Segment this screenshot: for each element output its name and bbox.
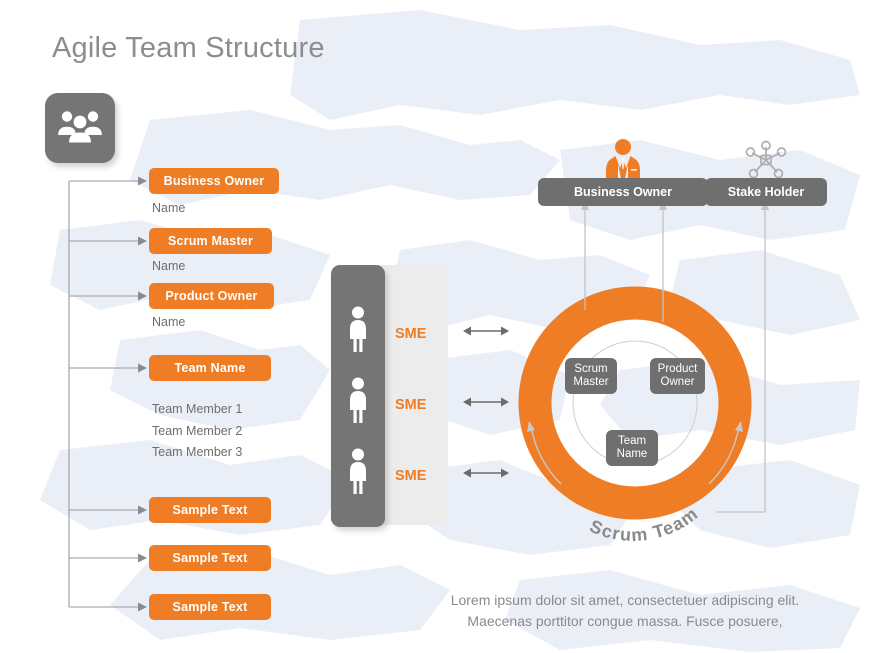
person-icon <box>350 377 366 423</box>
footer-line-2: Maecenas porttitor congue massa. Fusce p… <box>467 613 783 629</box>
list-item: Team Member 1 <box>152 402 243 416</box>
sample-pill-2[interactable]: Sample Text <box>149 545 271 571</box>
inner-role-team-name[interactable]: Team Name <box>606 430 658 466</box>
team-member-list: Team Member 1 Team Member 2 Team Member … <box>152 399 242 464</box>
role-sub-business-owner: Name <box>152 201 186 215</box>
sme-label-3: SME <box>395 468 427 484</box>
footer-paragraph: Lorem ipsum dolor sit amet, consectetuer… <box>390 590 860 632</box>
sme-label-1: SME <box>395 326 427 342</box>
inner-role-line2: Name <box>616 448 648 460</box>
list-item: Team Member 2 <box>152 423 243 438</box>
slide-canvas: Agile Team Structure Business Owner Name… <box>0 0 870 653</box>
role-pill-scrum-master[interactable]: Scrum Master <box>149 228 272 254</box>
sample-pill-3[interactable]: Sample Text <box>149 594 271 620</box>
businessman-icon <box>606 139 640 179</box>
inner-role-line1: Team <box>617 434 647 447</box>
network-hub-icon <box>745 140 787 179</box>
inner-role-line2: Master <box>573 376 609 388</box>
inner-role-line2: Owner <box>660 376 695 388</box>
role-pill-product-owner[interactable]: Product Owner <box>149 283 274 309</box>
role-badge-business-owner[interactable]: Business Owner <box>538 178 708 206</box>
inner-role-product-owner[interactable]: Product Owner <box>650 358 705 394</box>
role-pill-business-owner[interactable]: Business Owner <box>149 168 279 194</box>
inner-role-line1: Product <box>657 362 698 375</box>
role-sub-product-owner: Name <box>152 315 186 329</box>
list-item: Team Member 3 <box>152 445 243 459</box>
inner-role-line1: Scrum <box>574 362 608 375</box>
sme-label-2: SME <box>395 397 427 413</box>
sample-pill-1[interactable]: Sample Text <box>149 497 271 523</box>
footer-line-1: Lorem ipsum dolor sit amet, consectetuer… <box>450 592 800 608</box>
person-icon <box>350 448 366 494</box>
role-pill-team-name[interactable]: Team Name <box>149 355 271 381</box>
role-badge-stake-holder[interactable]: Stake Holder <box>705 178 827 206</box>
role-sub-scrum-master: Name <box>152 259 186 273</box>
inner-role-scrum-master[interactable]: Scrum Master <box>565 358 617 394</box>
person-icon <box>350 306 366 352</box>
